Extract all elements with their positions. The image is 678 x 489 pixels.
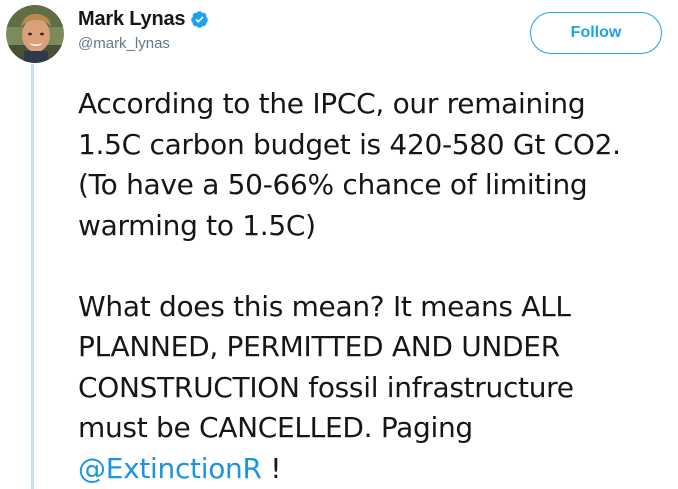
name-row: Mark Lynas [78, 8, 209, 31]
tweet-line: 1.5C carbon budget is 420-580 Gt CO2. [78, 127, 621, 161]
user-handle[interactable]: @mark_lynas [78, 35, 209, 52]
verified-badge-icon [190, 10, 209, 29]
mention-line: @ExtinctionR ! [78, 449, 676, 489]
tweet-line: What does this mean? It means ALL [78, 289, 571, 323]
avatar[interactable] [6, 5, 64, 63]
display-name[interactable]: Mark Lynas [78, 8, 186, 31]
tweet-line: warming to 1.5C) [78, 208, 316, 242]
tweet-header: Mark Lynas @mark_lynas [78, 8, 209, 52]
tweet-line: CONSTRUCTION fossil infrastructure [78, 370, 574, 404]
tweet-line: must be CANCELLED. Paging [78, 411, 473, 444]
tweet-text: According to the IPCC, our remaining 1.5… [78, 84, 676, 489]
mention-link[interactable]: @ExtinctionR [78, 452, 262, 485]
thread-line [31, 64, 34, 489]
follow-button[interactable]: Follow [530, 12, 662, 54]
paragraph-break [78, 246, 676, 287]
tweet-line: (To have a 50-66% chance of limiting [78, 168, 588, 201]
mention-suffix: ! [261, 451, 282, 485]
profile-photo-icon [6, 5, 64, 63]
tweet-line: According to the IPCC, our remaining [78, 87, 586, 120]
tweet-line: PLANNED, PERMITTED AND UNDER [78, 330, 560, 363]
